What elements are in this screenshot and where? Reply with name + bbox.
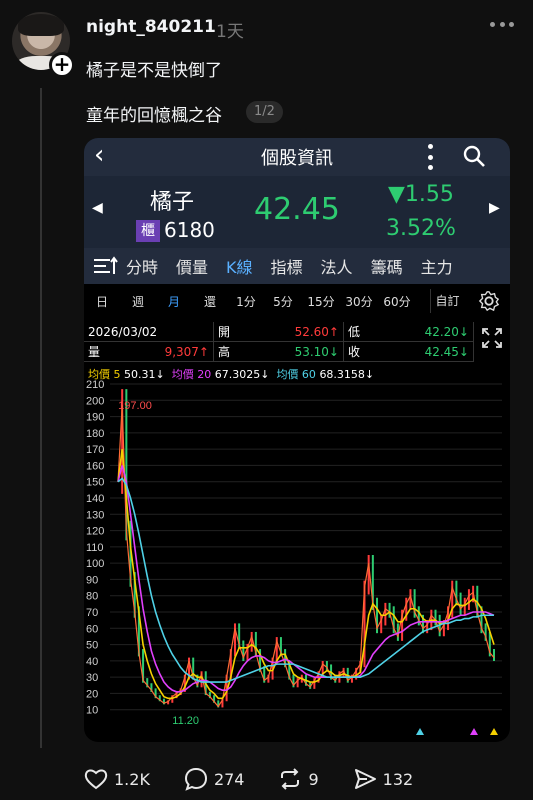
share-count: 132 — [382, 769, 414, 789]
price-change: ▼1.55 — [388, 182, 454, 207]
quote-high: 高 53.10↓ — [214, 342, 344, 362]
tab-chips[interactable]: 籌碼 — [371, 254, 403, 278]
y-tick-label: 10 — [86, 705, 98, 717]
ma60-line — [117, 477, 494, 683]
y-tick-label: 70 — [86, 607, 98, 619]
period-month[interactable]: 月 — [156, 293, 192, 310]
quote-panel: 2026/03/02 開 52.60↑ 低 42.20↓ 量 9,307↑ 高 53.1… — [84, 320, 510, 364]
kebab-menu-icon[interactable] — [428, 144, 434, 170]
repost-icon — [281, 768, 300, 790]
y-tick-label: 110 — [86, 542, 104, 554]
comment-button[interactable]: 274 — [184, 767, 245, 791]
y-tick-label: 130 — [86, 509, 104, 521]
y-tick-label: 20 — [86, 688, 98, 700]
tab-bar: 分時 價量 K線 指標 法人 籌碼 主力 — [84, 248, 510, 284]
y-tick-label: 90 — [86, 574, 98, 586]
y-tick-label: 60 — [86, 623, 98, 635]
quote-low: 低 42.20↓ — [344, 322, 474, 342]
post-time: 1天 — [216, 22, 244, 42]
follow-plus-button[interactable]: + — [49, 52, 75, 78]
tab-price-volume[interactable]: 價量 — [176, 254, 208, 278]
repost-count: 9 — [308, 769, 319, 789]
gear-icon[interactable] — [478, 290, 500, 312]
search-icon[interactable] — [462, 144, 486, 168]
price-change-pct: 3.52% — [386, 216, 456, 241]
signal-marker — [490, 728, 498, 735]
y-tick-label: 180 — [86, 428, 104, 440]
heart-icon — [84, 769, 108, 790]
stock-code: 6180 — [164, 218, 215, 242]
price-annotation: 11.20 — [172, 715, 199, 727]
y-tick-label: 170 — [86, 444, 104, 456]
post-actions: 1.2K 274 9 132 — [84, 766, 447, 792]
image-card[interactable]: ‹ 個股資訊 ◀ 橘子 櫃 6180 42.45 ▼1.55 3.52% ▶ 分… — [84, 138, 510, 742]
y-tick-label: 210 — [86, 380, 104, 391]
prev-stock-icon[interactable]: ◀ — [92, 200, 103, 216]
period-60min[interactable]: 60分 — [378, 293, 416, 310]
y-tick-label: 50 — [86, 640, 98, 652]
quote-close: 收 42.45↓ — [344, 342, 474, 362]
y-tick-label: 140 — [86, 493, 104, 505]
expand-icon[interactable] — [480, 326, 504, 350]
tab-main-force[interactable]: 主力 — [421, 254, 453, 278]
stock-name: 橘子 — [150, 190, 195, 215]
app-header: ‹ 個股資訊 — [84, 138, 510, 176]
y-tick-label: 30 — [86, 672, 98, 684]
thread-line — [40, 88, 42, 748]
tab-intraday[interactable]: 分時 — [126, 254, 158, 278]
quote-date: 2026/03/02 — [84, 322, 214, 342]
market-badge: 櫃 — [136, 220, 160, 242]
y-tick-label: 100 — [86, 558, 104, 570]
price-annotation: 197.00 — [118, 400, 152, 412]
y-tick-label: 200 — [86, 395, 104, 407]
app-title: 個股資訊 — [261, 148, 333, 169]
y-tick-label: 40 — [86, 656, 98, 668]
more-options-icon[interactable] — [490, 22, 514, 30]
menu-icon[interactable] — [84, 248, 126, 284]
y-tick-label: 160 — [86, 460, 104, 472]
send-icon — [354, 769, 376, 789]
comment-count: 274 — [213, 769, 245, 789]
quote-volume: 量 9,307↑ — [84, 342, 214, 362]
username[interactable]: night_840211 — [86, 17, 216, 37]
kline-chart[interactable]: 210 200 190 180 170 160 150 140 130 120 110 100 90 80… — [84, 380, 510, 742]
period-bar: 日 週 月 還 1分 5分 15分 30分 60分 自訂 — [84, 284, 510, 318]
quote-open: 開 52.60↑ — [214, 322, 344, 342]
period-week[interactable]: 週 — [120, 293, 156, 310]
y-tick-label: 120 — [86, 526, 104, 538]
page-indicator: 1/2 — [246, 101, 283, 123]
repost-button[interactable]: 9 — [278, 767, 319, 791]
y-tick-label: 190 — [86, 412, 104, 424]
signal-marker — [470, 728, 478, 735]
album-title: 童年的回憶楓之谷 — [86, 106, 222, 126]
signal-marker — [416, 728, 424, 735]
share-button[interactable]: 132 — [353, 767, 414, 791]
y-tick-label: 80 — [86, 591, 98, 603]
comment-icon — [184, 767, 207, 791]
period-1min[interactable]: 1分 — [228, 293, 264, 310]
stock-price: 42.45 — [254, 192, 340, 227]
tab-institutional[interactable]: 法人 — [321, 254, 353, 278]
period-5min[interactable]: 5分 — [264, 293, 302, 310]
custom-period-button[interactable]: 自訂 — [430, 289, 464, 313]
post-text: 橘子是不是快倒了 — [86, 61, 222, 81]
y-tick-label: 150 — [86, 477, 104, 489]
tab-kline[interactable]: K線 — [226, 254, 253, 278]
period-30min[interactable]: 30分 — [340, 293, 378, 310]
stock-summary: ◀ 橘子 櫃 6180 42.45 ▼1.55 3.52% ▶ — [84, 176, 510, 248]
period-day[interactable]: 日 — [84, 293, 120, 310]
like-button[interactable]: 1.2K — [84, 768, 150, 790]
next-stock-icon[interactable]: ▶ — [489, 200, 500, 216]
period-adjust[interactable]: 還 — [192, 293, 228, 310]
tab-indicators[interactable]: 指標 — [271, 254, 303, 278]
period-15min[interactable]: 15分 — [302, 293, 340, 310]
like-count: 1.2K — [114, 769, 150, 789]
